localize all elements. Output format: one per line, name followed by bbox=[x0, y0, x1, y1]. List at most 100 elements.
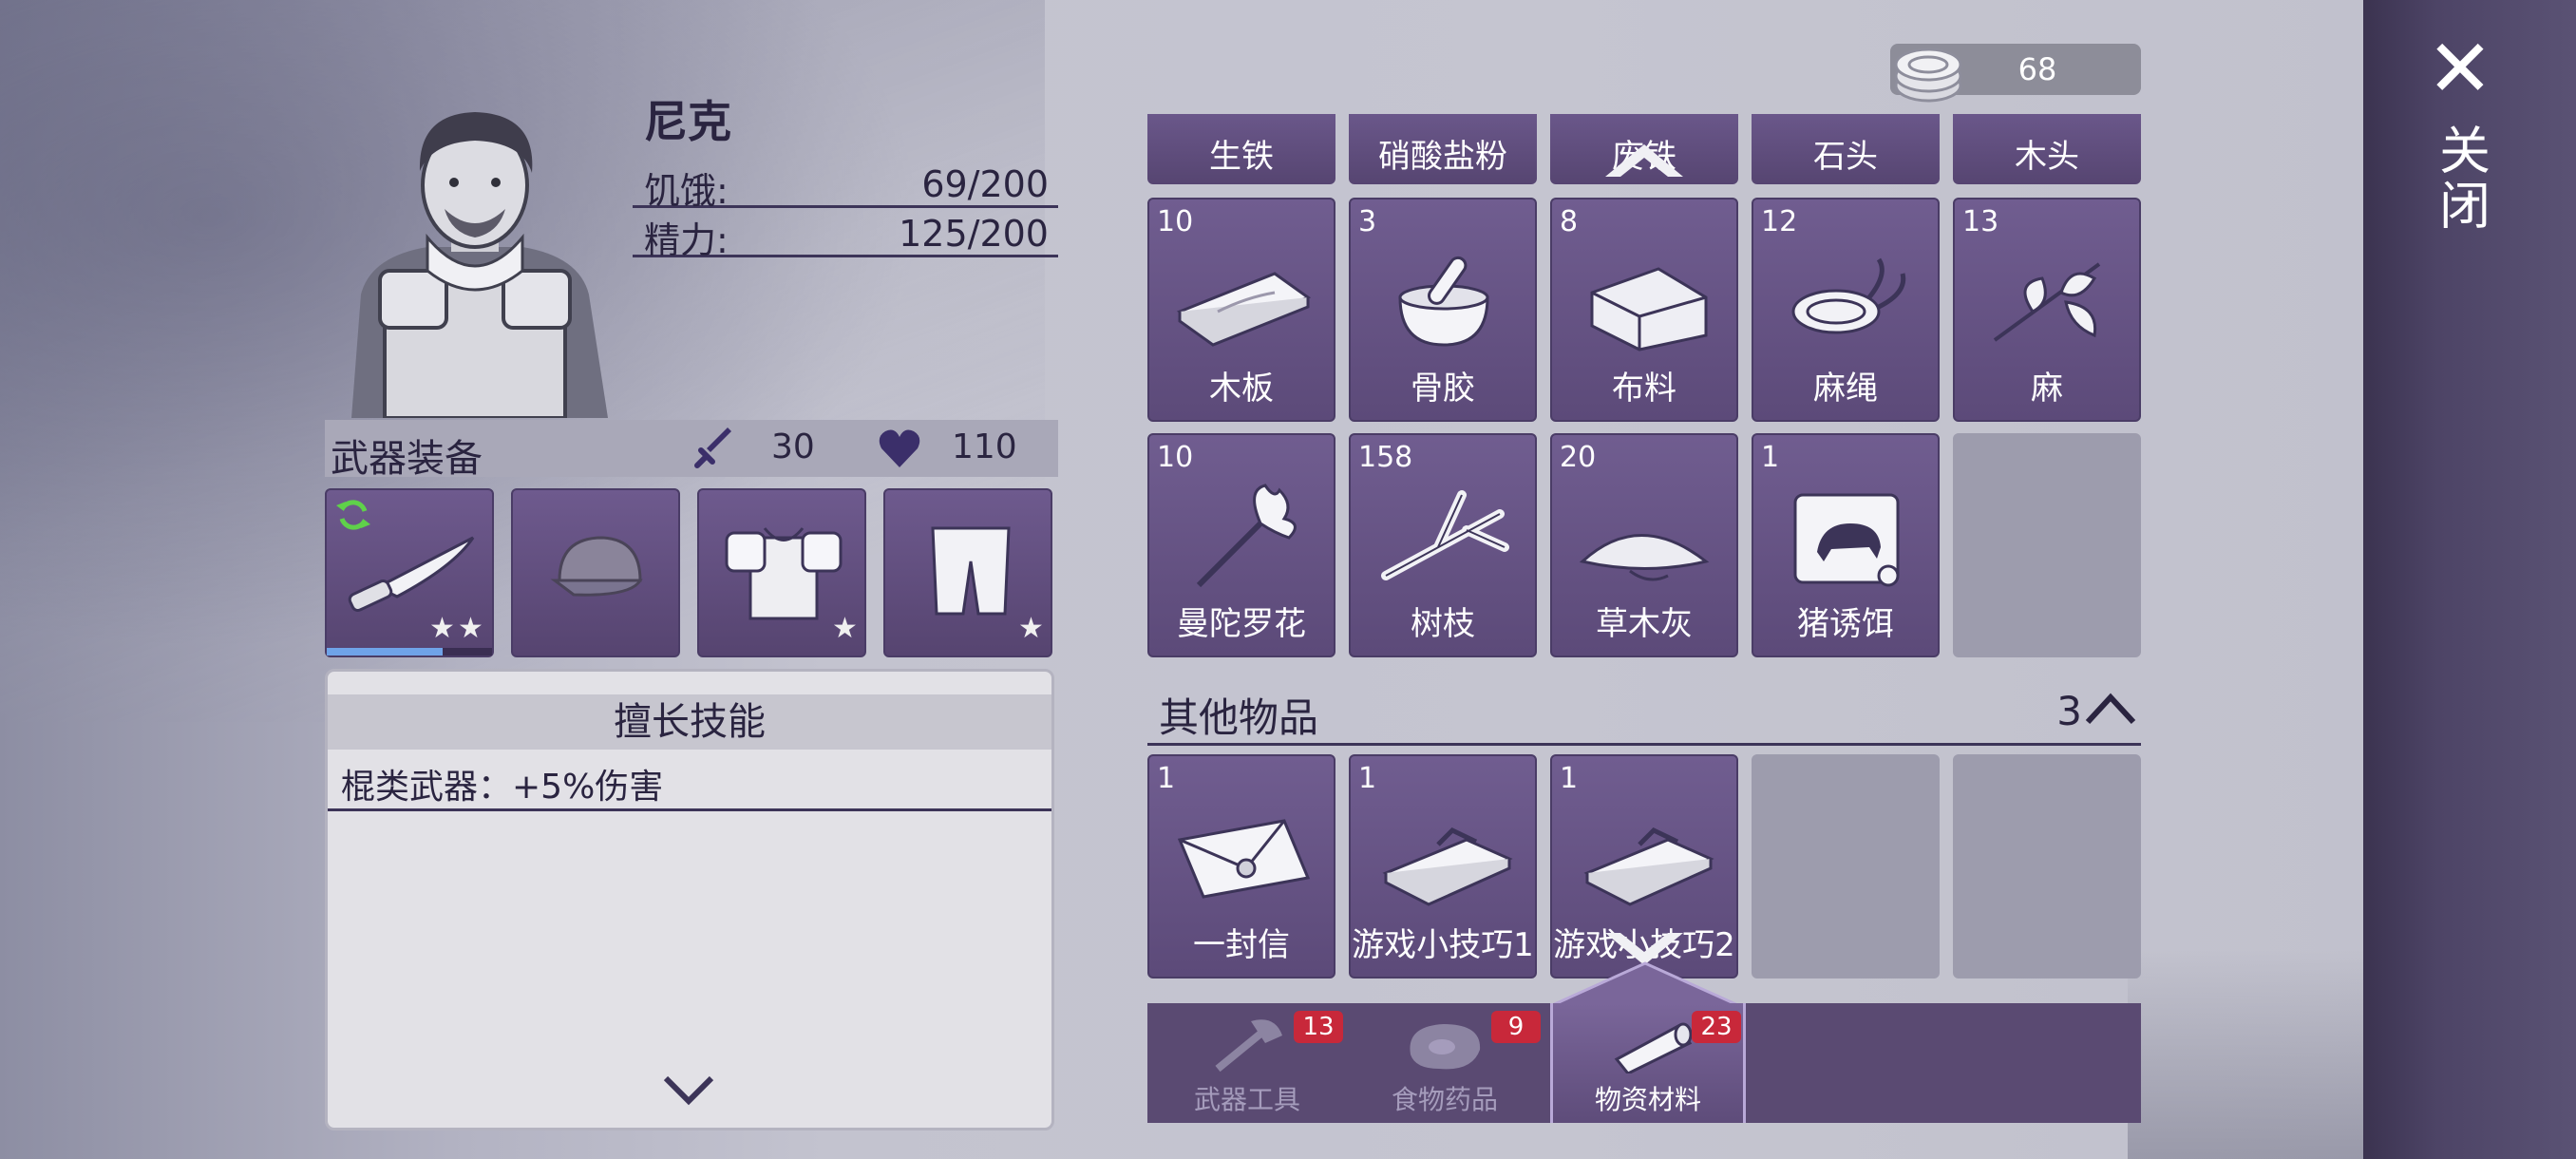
star-icon: ★ bbox=[832, 612, 858, 645]
item-name: 曼陀罗花 bbox=[1177, 605, 1306, 643]
item-name: 草木灰 bbox=[1596, 605, 1693, 643]
close-icon: ✕ bbox=[2426, 22, 2494, 115]
hemp-icon bbox=[1993, 262, 2101, 342]
chevron-up-icon[interactable] bbox=[2084, 690, 2137, 728]
item-slot[interactable]: 1 一封信 bbox=[1147, 754, 1335, 978]
empty-slot bbox=[1953, 754, 2141, 978]
item-name: 麻 bbox=[2031, 370, 2063, 408]
item-slot[interactable]: 10 曼陀罗花 bbox=[1147, 433, 1335, 657]
item-qty: 158 bbox=[1358, 441, 1413, 474]
item-name: 游戏小技巧1 bbox=[1352, 926, 1534, 964]
divider bbox=[328, 808, 1051, 811]
chevron-down-icon[interactable] bbox=[660, 1071, 717, 1109]
active-tab-marker bbox=[1548, 961, 1742, 1007]
item-name: 麻绳 bbox=[1813, 370, 1878, 408]
tab-label: 食物药品 bbox=[1391, 1084, 1498, 1115]
other-items-header[interactable]: 其他物品 3 bbox=[1147, 680, 2141, 746]
empty-slot bbox=[1953, 433, 2141, 657]
item-qty: 8 bbox=[1560, 205, 1579, 238]
equip-slot-weapon[interactable]: ★ ★ bbox=[325, 488, 494, 657]
bait-icon bbox=[1793, 493, 1900, 587]
item-slot[interactable]: 10 木板 bbox=[1147, 198, 1335, 422]
health-value: 110 bbox=[952, 428, 1017, 466]
energy-stat: 精力: 125/200 bbox=[633, 209, 1058, 261]
ash-icon bbox=[1579, 534, 1710, 581]
item-name: 一封信 bbox=[1193, 926, 1290, 964]
currency-amount: 68 bbox=[2017, 51, 2057, 87]
tab-badge: 23 bbox=[1692, 1011, 1741, 1043]
hunger-stat: 饥饿: 69/200 bbox=[633, 160, 1058, 212]
branch-icon bbox=[1381, 490, 1509, 580]
item-slot[interactable]: 158 树枝 bbox=[1349, 433, 1537, 657]
item-qty: 1 bbox=[1358, 762, 1377, 795]
datura-icon bbox=[1196, 484, 1297, 588]
book-icon bbox=[1382, 826, 1513, 906]
star-icon: ★ bbox=[458, 612, 483, 645]
inventory-tabs: 13 武器工具 9 食物药品 23 物资材料 bbox=[1147, 1003, 2141, 1123]
armor-icon bbox=[725, 527, 843, 620]
item-qty: 13 bbox=[1962, 205, 1999, 238]
category-tab[interactable]: 木头 bbox=[1953, 114, 2141, 184]
category-tab-label: 硝酸盐粉 bbox=[1378, 138, 1507, 176]
scroll-up-icon[interactable] bbox=[1601, 139, 1687, 180]
hunger-value: 69/200 bbox=[921, 163, 1049, 205]
category-tab[interactable]: 生铁 bbox=[1147, 114, 1335, 184]
category-tab-label: 生铁 bbox=[1209, 138, 1274, 176]
equipment-title: 武器装备 bbox=[331, 437, 483, 481]
tab-materials[interactable]: 23 物资材料 bbox=[1550, 1003, 1746, 1123]
item-qty: 12 bbox=[1761, 205, 1798, 238]
other-items-count: 3 bbox=[2056, 688, 2082, 734]
category-tab-label: 木头 bbox=[2015, 138, 2079, 176]
category-tab[interactable]: 硝酸盐粉 bbox=[1349, 114, 1537, 184]
log-icon bbox=[1614, 1022, 1693, 1074]
skill-entry: 棍类武器：+5%伤害 bbox=[341, 768, 664, 807]
meat-icon bbox=[1410, 1024, 1481, 1070]
item-slot[interactable]: 13 麻 bbox=[1953, 198, 2141, 422]
equipment-header: 武器装备 30 110 bbox=[325, 420, 1058, 481]
axe-icon bbox=[1215, 1019, 1282, 1073]
tab-weapons-tools[interactable]: 13 武器工具 bbox=[1149, 1003, 1345, 1123]
tab-label: 物资材料 bbox=[1594, 1084, 1701, 1115]
category-tab[interactable]: 石头 bbox=[1752, 114, 1940, 184]
item-qty: 1 bbox=[1761, 441, 1780, 474]
book-icon bbox=[1583, 826, 1714, 906]
mortar-icon bbox=[1398, 256, 1489, 347]
equip-slot-head[interactable] bbox=[511, 488, 680, 657]
durability-fill bbox=[327, 648, 443, 656]
heart-icon bbox=[879, 429, 920, 467]
plank-icon bbox=[1176, 272, 1312, 347]
item-slot[interactable]: 8 布料 bbox=[1550, 198, 1738, 422]
item-slot[interactable]: 20 草木灰 bbox=[1550, 433, 1738, 657]
item-qty: 1 bbox=[1560, 762, 1579, 795]
item-name: 骨胶 bbox=[1411, 370, 1475, 408]
item-qty: 3 bbox=[1358, 205, 1377, 238]
character-name: 尼克 bbox=[644, 96, 731, 147]
item-qty: 10 bbox=[1157, 441, 1194, 474]
rope-icon bbox=[1791, 257, 1906, 334]
tab-label: 武器工具 bbox=[1193, 1084, 1300, 1115]
close-label: 关闭 bbox=[2430, 124, 2491, 234]
item-slot[interactable]: 3 骨胶 bbox=[1349, 198, 1537, 422]
letter-icon bbox=[1177, 819, 1311, 899]
sword-icon bbox=[694, 428, 731, 468]
item-name: 布料 bbox=[1612, 370, 1676, 408]
item-qty: 20 bbox=[1560, 441, 1597, 474]
star-icon: ★ bbox=[429, 612, 455, 645]
background-art-bottom bbox=[2128, 950, 2365, 1159]
attack-value: 30 bbox=[771, 428, 815, 466]
item-name: 树枝 bbox=[1411, 605, 1475, 643]
close-button[interactable]: ✕ 关闭 bbox=[2403, 28, 2517, 238]
equip-slot-legs[interactable]: ★ bbox=[883, 488, 1052, 657]
tab-badge: 9 bbox=[1491, 1011, 1541, 1043]
empty-slot bbox=[1752, 754, 1940, 978]
item-qty: 1 bbox=[1157, 762, 1176, 795]
cap-icon bbox=[550, 536, 643, 597]
item-slot[interactable]: 1 游戏小技巧1 bbox=[1349, 754, 1537, 978]
tab-food-medicine[interactable]: 9 食物药品 bbox=[1347, 1003, 1543, 1123]
item-name: 木板 bbox=[1209, 370, 1274, 408]
item-slot[interactable]: 1 猪诱饵 bbox=[1752, 433, 1940, 657]
pants-icon bbox=[931, 526, 1011, 616]
item-slot[interactable]: 12 麻绳 bbox=[1752, 198, 1940, 422]
tab-badge: 13 bbox=[1294, 1011, 1343, 1043]
equip-slot-body[interactable]: ★ bbox=[697, 488, 866, 657]
